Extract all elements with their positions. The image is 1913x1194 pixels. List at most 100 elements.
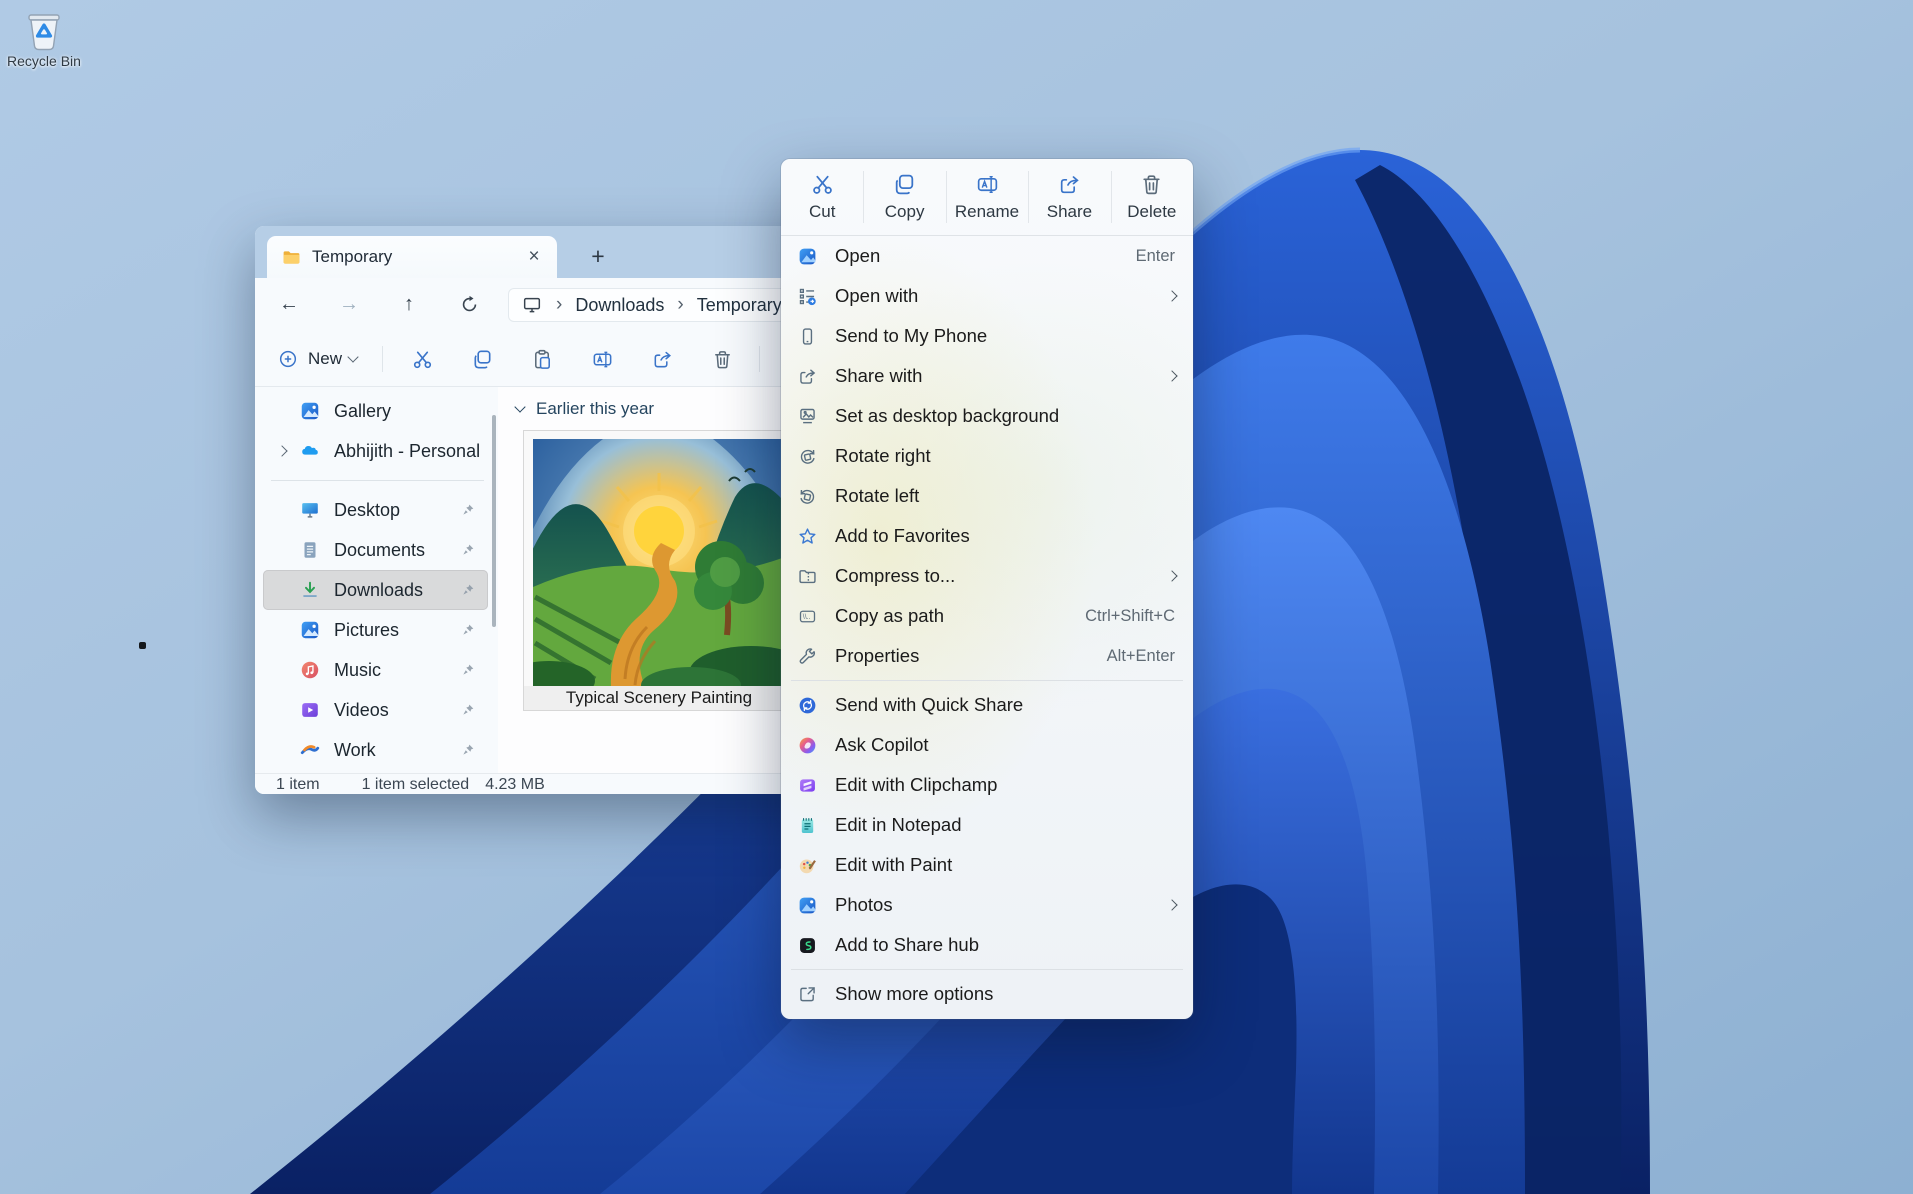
- pin-icon[interactable]: [460, 502, 476, 518]
- work-icon: [299, 739, 321, 761]
- sidebar-item-downloads[interactable]: Downloads: [263, 570, 488, 610]
- cut-quick-action[interactable]: Cut: [781, 159, 863, 235]
- menu-item-edit-with-clipchamp[interactable]: Edit with Clipchamp: [781, 765, 1193, 805]
- rename-icon: [591, 348, 614, 371]
- pin-icon[interactable]: [460, 702, 476, 718]
- up-button[interactable]: ↑: [390, 288, 428, 322]
- menu-item-edit-with-paint[interactable]: Edit with Paint: [781, 845, 1193, 885]
- menu-item-send-to-my-phone[interactable]: Send to My Phone: [781, 316, 1193, 356]
- desktop: Recycle Bin Temporary × + ← → ↑: [0, 0, 1913, 1194]
- breadcrumb-temporary[interactable]: Temporary: [697, 295, 782, 316]
- menu-item-photos[interactable]: Photos: [781, 885, 1193, 925]
- refresh-button[interactable]: [450, 288, 488, 322]
- sidebar-item-documents[interactable]: Documents: [263, 530, 488, 570]
- sidebar-item-label: Documents: [334, 540, 460, 561]
- menu-divider: [791, 969, 1183, 970]
- menu-item-set-as-desktop-background[interactable]: Set as desktop background: [781, 396, 1193, 436]
- open-with-icon: [796, 285, 818, 307]
- quick-action-label: Rename: [955, 202, 1019, 222]
- menu-item-add-to-favorites[interactable]: Add to Favorites: [781, 516, 1193, 556]
- menu-divider: [791, 680, 1183, 681]
- this-pc-icon: [521, 294, 543, 316]
- chevron-right-icon[interactable]: [275, 447, 289, 455]
- menu-item-ask-copilot[interactable]: Ask Copilot: [781, 725, 1193, 765]
- forward-button[interactable]: →: [330, 288, 368, 322]
- recycle-bin[interactable]: Recycle Bin: [4, 6, 84, 69]
- tab-temporary[interactable]: Temporary ×: [267, 236, 557, 278]
- sidebar-item-work[interactable]: Work: [263, 730, 488, 770]
- copy-quick-action[interactable]: Copy: [863, 159, 945, 235]
- breadcrumb-separator: ›: [677, 294, 683, 316]
- shortcut-label: Enter: [1136, 247, 1175, 266]
- file-name-label: Typical Scenery Painting: [524, 686, 794, 710]
- file-item-painting[interactable]: Typical Scenery Painting: [523, 430, 795, 711]
- pin-icon[interactable]: [460, 662, 476, 678]
- toolbar-divider: [382, 346, 383, 372]
- quick-action-label: Delete: [1127, 202, 1176, 222]
- new-tab-button[interactable]: +: [583, 243, 613, 270]
- chevron-down-icon: [347, 351, 358, 362]
- paste-icon: [531, 348, 554, 371]
- menu-item-edit-in-notepad[interactable]: Edit in Notepad: [781, 805, 1193, 845]
- menu-item-show-more-options[interactable]: Show more options: [781, 974, 1193, 1014]
- share-hub-icon: [796, 934, 818, 956]
- trash-icon: [711, 348, 734, 371]
- sidebar-item-label: Music: [334, 660, 460, 681]
- quick-action-label: Cut: [809, 202, 835, 222]
- new-button[interactable]: New: [268, 342, 366, 376]
- paste-button[interactable]: [521, 340, 563, 378]
- gallery-icon: [299, 400, 321, 422]
- pin-icon[interactable]: [460, 582, 476, 598]
- sidebar-item-pictures[interactable]: Pictures: [263, 610, 488, 650]
- back-button[interactable]: ←: [270, 288, 308, 322]
- rename-button[interactable]: [581, 340, 623, 378]
- sidebar-item-videos[interactable]: Videos: [263, 690, 488, 730]
- sidebar-item-label: Gallery: [334, 401, 482, 422]
- rename-quick-action[interactable]: Rename: [946, 159, 1028, 235]
- menu-item-properties[interactable]: Properties Alt+Enter: [781, 636, 1193, 676]
- menu-item-rotate-right[interactable]: Rotate right: [781, 436, 1193, 476]
- menu-item-open-with[interactable]: Open with: [781, 276, 1193, 316]
- copilot-icon: [796, 734, 818, 756]
- menu-item-compress-to[interactable]: Compress to...: [781, 556, 1193, 596]
- sidebar-item-gallery[interactable]: Gallery: [263, 391, 488, 431]
- menu-item-add-to-share-hub[interactable]: Add to Share hub: [781, 925, 1193, 965]
- menu-item-rotate-left[interactable]: Rotate left: [781, 476, 1193, 516]
- sidebar-scrollbar[interactable]: [492, 415, 496, 627]
- star-icon: [796, 525, 818, 547]
- pin-icon[interactable]: [460, 622, 476, 638]
- cut-icon: [810, 172, 835, 197]
- tab-close-icon[interactable]: ×: [521, 244, 547, 270]
- sidebar-item-onedrive[interactable]: Abhijith - Personal: [263, 431, 488, 471]
- submenu-chevron-icon: [1166, 899, 1177, 910]
- breadcrumb-downloads[interactable]: Downloads: [575, 295, 664, 316]
- sidebar-divider: [271, 480, 484, 481]
- pin-icon[interactable]: [460, 542, 476, 558]
- delete-button[interactable]: [701, 340, 743, 378]
- toolbar-divider: [759, 346, 760, 372]
- sidebar-item-label: Work: [334, 740, 460, 761]
- menu-item-share-with[interactable]: Share with: [781, 356, 1193, 396]
- menu-item-open[interactable]: Open Enter: [781, 236, 1193, 276]
- notepad-icon: [796, 814, 818, 836]
- share-quick-action[interactable]: Share: [1028, 159, 1110, 235]
- share-icon: [651, 348, 674, 371]
- cut-button[interactable]: [401, 340, 443, 378]
- group-header-label: Earlier this year: [536, 399, 654, 419]
- videos-icon: [299, 699, 321, 721]
- menu-item-copy-as-path[interactable]: \\.. Copy as path Ctrl+Shift+C: [781, 596, 1193, 636]
- copy-button[interactable]: [461, 340, 503, 378]
- menu-item-send-with-quick-share[interactable]: Send with Quick Share: [781, 685, 1193, 725]
- desktop-icon: [299, 499, 321, 521]
- sidebar-item-music[interactable]: Music: [263, 650, 488, 690]
- selection-size: 4.23 MB: [485, 776, 545, 794]
- sidebar-item-desktop[interactable]: Desktop: [263, 490, 488, 530]
- group-header[interactable]: Earlier this year: [516, 399, 654, 419]
- copy-icon: [892, 172, 917, 197]
- context-menu: Cut Copy Rename Share Delete Open: [781, 159, 1193, 1019]
- delete-quick-action[interactable]: Delete: [1111, 159, 1193, 235]
- share-button[interactable]: [641, 340, 683, 378]
- pin-icon[interactable]: [460, 742, 476, 758]
- submenu-chevron-icon: [1166, 370, 1177, 381]
- stray-dot: [139, 642, 146, 649]
